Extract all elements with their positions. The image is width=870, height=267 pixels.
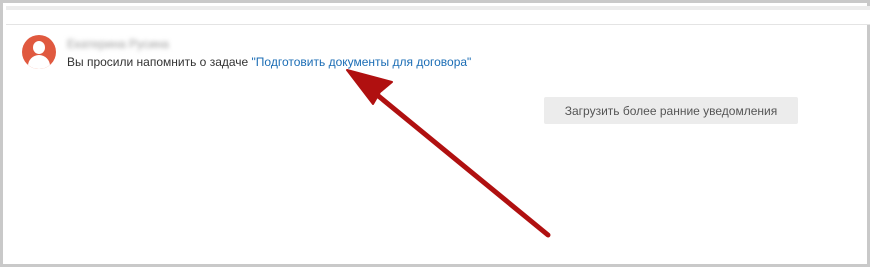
task-link[interactable]: "Подготовить документы для договора"	[252, 55, 472, 69]
avatar-head	[33, 41, 45, 54]
load-earlier-notifications-button[interactable]: Загрузить более ранние уведомления	[544, 97, 798, 124]
notification-message: Вы просили напомнить о задаче "Подготови…	[67, 55, 471, 69]
notification-item: Екатерина Русина Вы просили напомнить о …	[22, 35, 822, 75]
sender-name[interactable]: Екатерина Русина	[67, 37, 169, 51]
user-avatar-icon[interactable]	[22, 35, 56, 69]
avatar-body	[28, 55, 50, 69]
screenshot-frame: Екатерина Русина Вы просили напомнить о …	[0, 0, 870, 267]
top-divider	[6, 6, 870, 10]
message-text: Вы просили напомнить о задаче	[67, 55, 252, 69]
